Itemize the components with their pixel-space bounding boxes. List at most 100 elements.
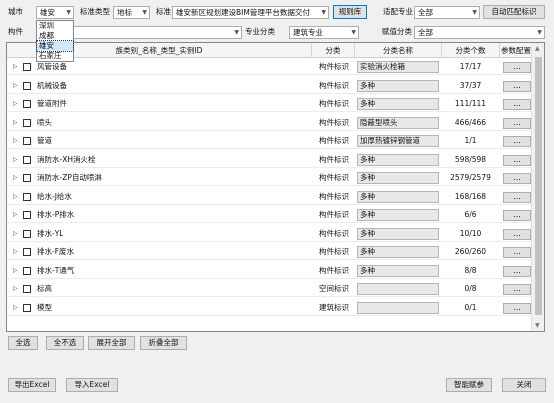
expand-arrow-icon[interactable]: ▷: [13, 59, 18, 75]
row-category-name-field[interactable]: 多种: [357, 79, 439, 92]
table-row[interactable]: ▷ 风管设备 构件标识 实验消火栓箱 17/17...: [7, 59, 532, 75]
param-config-button[interactable]: ...: [503, 228, 531, 240]
param-config-button[interactable]: ...: [503, 80, 531, 92]
param-config-button[interactable]: ...: [503, 210, 531, 221]
expand-arrow-icon[interactable]: ▷: [13, 244, 18, 260]
expand-arrow-icon[interactable]: ▷: [13, 152, 18, 168]
row-category-name-field[interactable]: 实验消火栓箱: [357, 61, 439, 73]
expand-arrow-icon[interactable]: ▷: [13, 189, 18, 205]
major-select[interactable]: 全部 ▼: [414, 6, 480, 19]
city-option[interactable]: 雄安: [36, 40, 74, 52]
row-category-name-field[interactable]: 多种: [357, 172, 439, 184]
row-checkbox[interactable]: [23, 63, 31, 71]
standard-type-select[interactable]: 地标 ▼: [113, 6, 150, 19]
row-category-name-field[interactable]: 多种: [357, 209, 439, 221]
row-category-name-field[interactable]: 多种: [357, 227, 439, 240]
expand-arrow-icon[interactable]: ▷: [13, 263, 18, 279]
row-checkbox[interactable]: [23, 118, 31, 127]
select-none-button[interactable]: 全不选: [46, 336, 84, 350]
row-checkbox[interactable]: [23, 192, 31, 201]
row-checkbox[interactable]: [23, 303, 31, 312]
header-category[interactable]: 分类: [312, 43, 355, 58]
row-category-name-field[interactable]: 多种: [357, 246, 439, 258]
city-option[interactable]: 成都: [37, 31, 73, 41]
table-row[interactable]: ▷ 排水-P排水 构件标识 多种 6/6...: [7, 207, 532, 223]
table-row[interactable]: ▷ 标高 空间标识 0/8...: [7, 281, 532, 297]
param-config-button[interactable]: ...: [503, 136, 531, 147]
param-config-button[interactable]: ...: [503, 265, 531, 277]
param-config-button[interactable]: ...: [503, 154, 531, 166]
table-row[interactable]: ▷ 喷头 构件标识 隐蔽型喷头 466/466...: [7, 115, 532, 131]
expand-arrow-icon[interactable]: ▷: [13, 170, 18, 186]
row-category-name-field[interactable]: 多种: [357, 98, 439, 110]
close-button[interactable]: 关闭: [502, 378, 546, 392]
param-config-button[interactable]: ...: [503, 173, 531, 184]
scrollbar-thumb[interactable]: [535, 57, 542, 315]
row-category-name-field[interactable]: 多种: [357, 264, 439, 277]
select-all-button[interactable]: 全选: [8, 336, 38, 350]
param-config-button[interactable]: ...: [503, 247, 531, 258]
row-checkbox[interactable]: [23, 174, 31, 182]
vertical-scrollbar[interactable]: ▲ ▼: [531, 43, 544, 331]
rules-button[interactable]: 规则库: [333, 5, 367, 19]
expand-arrow-icon[interactable]: ▷: [13, 300, 18, 316]
scroll-down-icon[interactable]: ▼: [535, 322, 540, 329]
city-option[interactable]: 深圳: [37, 21, 73, 31]
expand-all-button[interactable]: 展开全部: [88, 336, 135, 350]
major-category-select[interactable]: 建筑专业 ▼: [289, 26, 359, 39]
city-dropdown-list[interactable]: 深圳 成都 雄安 石家庄: [36, 20, 74, 62]
table-row[interactable]: ▷ 给水-J给水 构件标识 多种 168/168...: [7, 189, 532, 205]
row-category-name-field[interactable]: 隐蔽型喷头: [357, 116, 439, 129]
expand-arrow-icon[interactable]: ▷: [13, 115, 18, 131]
city-option[interactable]: 石家庄: [37, 51, 73, 61]
header-category-name[interactable]: 分类名称: [355, 43, 442, 58]
param-config-button[interactable]: ...: [503, 284, 531, 295]
row-category-name-field[interactable]: [357, 283, 439, 295]
collapse-all-button[interactable]: 折叠全部: [140, 336, 187, 350]
export-excel-button[interactable]: 导出Excel: [8, 378, 56, 392]
param-config-button[interactable]: ...: [503, 62, 531, 73]
row-checkbox[interactable]: [23, 248, 31, 256]
table-row[interactable]: ▷ 消防水-ZP自动喷淋 构件标识 多种 2579/2579...: [7, 170, 532, 186]
expand-arrow-icon[interactable]: ▷: [13, 226, 18, 242]
header-param-config[interactable]: 参数配置: [500, 43, 532, 58]
row-checkbox[interactable]: [23, 137, 31, 145]
expand-arrow-icon[interactable]: ▷: [13, 207, 18, 223]
standard-select[interactable]: 雄安新区规划建设BIM管理平台数据交付 ▼: [172, 6, 329, 19]
auto-match-button[interactable]: 自动匹配标识: [483, 5, 545, 19]
row-checkbox[interactable]: [23, 266, 31, 275]
table-row[interactable]: ▷ 排水-F废水 构件标识 多种 260/260...: [7, 244, 532, 260]
table-row[interactable]: ▷ 管道附件 构件标识 多种 111/111...: [7, 96, 532, 112]
row-checkbox[interactable]: [23, 81, 31, 90]
assign-category-select[interactable]: 全部 ▼: [414, 26, 545, 39]
import-excel-button[interactable]: 导入Excel: [66, 378, 118, 392]
expand-arrow-icon[interactable]: ▷: [13, 281, 18, 297]
param-config-button[interactable]: ...: [503, 302, 531, 314]
row-checkbox[interactable]: [23, 229, 31, 238]
table-row[interactable]: ▷ 排水-T通气 构件标识 多种 8/8...: [7, 263, 532, 279]
row-category-name-field[interactable]: 加厚热镀锌钢管道: [357, 135, 439, 147]
param-config-button[interactable]: ...: [503, 99, 531, 110]
table-row[interactable]: ▷ 消防水-XH消火栓 构件标识 多种 598/598...: [7, 152, 532, 168]
smart-assign-button[interactable]: 智能赋参: [446, 378, 492, 392]
param-config-button[interactable]: ...: [503, 191, 531, 203]
row-category-name-field[interactable]: [357, 301, 439, 314]
table-row[interactable]: ▷ 机械设备 构件标识 多种 37/37...: [7, 78, 532, 94]
table-row[interactable]: ▷ 排水-YL 构件标识 多种 10/10...: [7, 226, 532, 242]
standard-label: 标准: [156, 7, 171, 16]
param-config-button[interactable]: ...: [503, 117, 531, 129]
row-category-name-field[interactable]: 多种: [357, 153, 439, 166]
table-row[interactable]: ▷ 管道 构件标识 加厚热镀锌钢管道 1/1...: [7, 133, 532, 149]
expand-arrow-icon[interactable]: ▷: [13, 96, 18, 112]
table-row[interactable]: ▷ 模型 建筑标识 0/1...: [7, 300, 532, 316]
scroll-up-icon[interactable]: ▲: [535, 45, 540, 52]
expand-arrow-icon[interactable]: ▷: [13, 133, 18, 149]
row-category-name-field[interactable]: 多种: [357, 190, 439, 203]
row-checkbox[interactable]: [23, 211, 31, 219]
row-checkbox[interactable]: [23, 285, 31, 293]
city-select[interactable]: 雄安 ▼: [36, 6, 74, 19]
expand-arrow-icon[interactable]: ▷: [13, 78, 18, 94]
row-checkbox[interactable]: [23, 155, 31, 164]
row-checkbox[interactable]: [23, 100, 31, 108]
header-count[interactable]: 分类个数: [442, 43, 500, 58]
